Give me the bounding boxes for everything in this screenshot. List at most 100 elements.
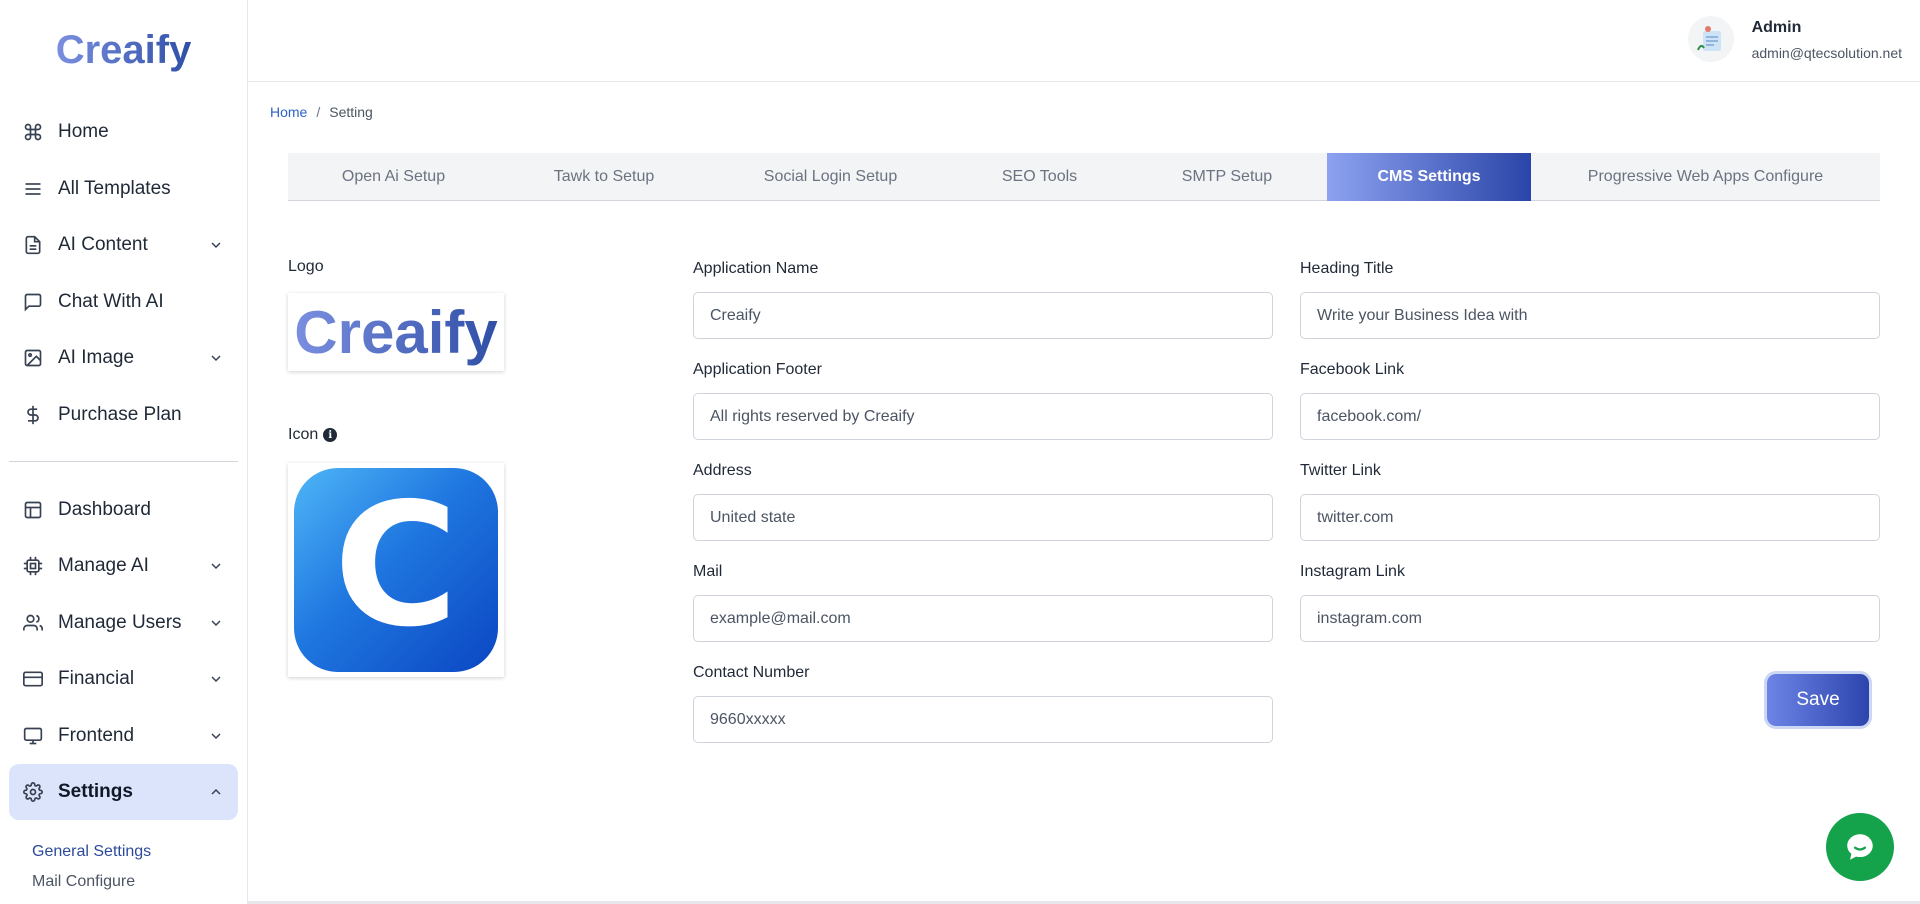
- mail-label: Mail: [693, 563, 723, 580]
- sidebar-item-label: Financial: [58, 668, 135, 689]
- icon-label-row: Icon i: [288, 426, 338, 444]
- contact-number-label: Contact Number: [693, 664, 810, 681]
- icon-label: Icon: [288, 426, 319, 443]
- sidebar-divider: [9, 460, 238, 462]
- sidebar-item-home[interactable]: Home: [9, 104, 238, 160]
- tab-cms-settings[interactable]: CMS Settings: [1327, 153, 1531, 201]
- instagram-link-label: Instagram Link: [1300, 563, 1405, 580]
- admin-nav: Dashboard Manage AI Manage Users Financi…: [0, 482, 247, 820]
- logo-label: Logo: [288, 258, 324, 275]
- layout-icon: [22, 499, 44, 521]
- sidebar-item-label: Purchase Plan: [58, 403, 182, 425]
- sidebar-item-label: All Templates: [58, 177, 171, 199]
- chat-widget-button[interactable]: [1826, 813, 1894, 881]
- avatar[interactable]: [1687, 16, 1734, 62]
- chevron-down-icon[interactable]: [207, 236, 225, 254]
- instagram-link-input[interactable]: [1300, 595, 1880, 642]
- info-icon[interactable]: i: [323, 428, 338, 442]
- save-button-wrap: Save: [1767, 674, 1869, 726]
- sidebar-item-label: Manage AI: [58, 555, 149, 576]
- sidebar-item-financial[interactable]: Financial: [9, 651, 238, 707]
- save-button[interactable]: Save: [1767, 674, 1869, 726]
- brand-name: Creaify: [55, 27, 192, 72]
- app-name-input[interactable]: [693, 292, 1273, 339]
- breadcrumb-current: Setting: [329, 104, 373, 120]
- logo-preview-text: Creaify: [294, 298, 498, 366]
- sidebar-item-label: Home: [58, 121, 109, 142]
- app-footer-input[interactable]: [693, 393, 1273, 440]
- menu-icon: [22, 178, 44, 200]
- chevron-down-icon[interactable]: [207, 727, 225, 745]
- chat-bubble-icon: [1847, 834, 1873, 860]
- sidebar-item-label: Manage Users: [58, 611, 182, 633]
- sidebar-item-frontend[interactable]: Frontend: [9, 708, 238, 764]
- chat-icon: [22, 291, 44, 313]
- tab-progressive-web-apps-configure[interactable]: Progressive Web Apps Configure: [1531, 153, 1880, 201]
- sidebar-item-label: Chat With AI: [58, 290, 164, 312]
- tab-tawk-to-setup[interactable]: Tawk to Setup: [499, 153, 709, 201]
- sidebar-item-settings[interactable]: Settings: [9, 764, 238, 820]
- sidebar-item-chat-with-ai[interactable]: Chat With AI: [9, 274, 238, 330]
- breadcrumb: Home / Setting: [270, 104, 373, 120]
- address-label: Address: [693, 462, 752, 479]
- tab-social-login-setup[interactable]: Social Login Setup: [709, 153, 952, 201]
- twitter-link-label: Twitter Link: [1300, 462, 1381, 479]
- heading-title-label: Heading Title: [1300, 260, 1394, 277]
- settings-tabs: Open Ai Setup Tawk to Setup Social Login…: [288, 153, 1880, 201]
- sidebar: Creaify Home All Templates AI Content Ch…: [0, 0, 248, 904]
- app-icon-letter: C: [333, 467, 459, 665]
- sidebar-sub-mail-configure[interactable]: Mail Configure: [0, 867, 247, 897]
- dollar-icon: [22, 404, 44, 426]
- sidebar-sub-general-settings[interactable]: General Settings: [0, 837, 247, 867]
- tab-open-ai-setup[interactable]: Open Ai Setup: [288, 153, 499, 201]
- user-email: admin@qtecsolution.net: [1751, 45, 1902, 61]
- chevron-down-icon[interactable]: [207, 557, 225, 575]
- app-icon-preview: C: [294, 468, 498, 672]
- facebook-link-input[interactable]: [1300, 393, 1880, 440]
- mail-input[interactable]: [693, 595, 1273, 642]
- monitor-icon: [22, 725, 44, 747]
- sidebar-item-all-templates[interactable]: All Templates: [9, 161, 238, 217]
- logo-upload[interactable]: Creaify: [288, 293, 504, 371]
- sidebar-item-label: AI Content: [58, 234, 148, 255]
- tab-seo-tools[interactable]: SEO Tools: [952, 153, 1127, 201]
- tab-smtp-setup[interactable]: SMTP Setup: [1127, 153, 1327, 201]
- sidebar-item-label: Dashboard: [58, 498, 151, 520]
- breadcrumb-home-link[interactable]: Home: [270, 104, 307, 120]
- user-name: Admin: [1751, 19, 1802, 36]
- primary-nav: Home All Templates AI Content Chat With …: [0, 104, 247, 443]
- gear-icon: [22, 781, 44, 803]
- brand-logo[interactable]: Creaify: [0, 0, 247, 104]
- command-icon: [22, 121, 44, 143]
- sidebar-item-label: AI Image: [58, 347, 135, 368]
- document-icon: [22, 234, 44, 256]
- app-name-label: Application Name: [693, 260, 819, 277]
- sidebar-item-dashboard[interactable]: Dashboard: [9, 482, 238, 538]
- contact-number-input[interactable]: [693, 696, 1273, 743]
- facebook-link-label: Facebook Link: [1300, 361, 1405, 378]
- sidebar-item-label: Settings: [58, 781, 133, 802]
- address-input[interactable]: [693, 494, 1273, 541]
- chip-icon: [22, 555, 44, 577]
- card-icon: [22, 668, 44, 690]
- user-menu[interactable]: Admin admin@qtecsolution.net: [1687, 14, 1902, 62]
- app-footer-label: Application Footer: [693, 361, 822, 378]
- chevron-down-icon[interactable]: [207, 670, 225, 688]
- sidebar-item-manage-ai[interactable]: Manage AI: [9, 538, 238, 594]
- sidebar-item-ai-content[interactable]: AI Content: [9, 217, 238, 273]
- sidebar-item-label: Frontend: [58, 724, 135, 746]
- users-icon: [22, 612, 44, 634]
- icon-upload[interactable]: C: [288, 463, 504, 677]
- chevron-down-icon[interactable]: [207, 614, 225, 632]
- twitter-link-input[interactable]: [1300, 494, 1880, 541]
- breadcrumb-separator: /: [316, 104, 321, 120]
- sidebar-item-manage-users[interactable]: Manage Users: [9, 595, 238, 651]
- heading-title-input[interactable]: [1300, 292, 1880, 339]
- sidebar-item-ai-image[interactable]: AI Image: [9, 330, 238, 386]
- chevron-down-icon[interactable]: [207, 349, 225, 367]
- avatar-illustration-icon: [1696, 26, 1721, 51]
- chevron-up-icon[interactable]: [207, 783, 225, 801]
- sidebar-item-purchase-plan[interactable]: Purchase Plan: [9, 387, 238, 443]
- image-icon: [22, 347, 44, 369]
- top-bar: Admin admin@qtecsolution.net: [248, 0, 1920, 82]
